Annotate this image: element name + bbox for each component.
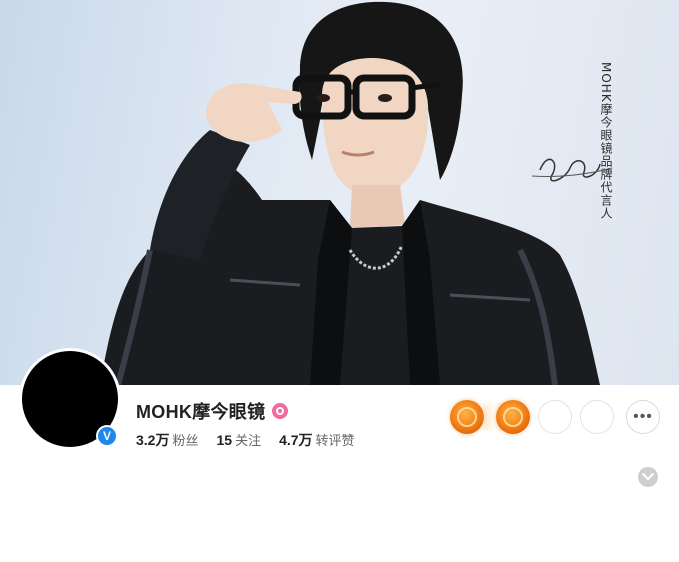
- stat-value: 3.2万: [136, 432, 170, 448]
- member-badge-icon[interactable]: [272, 403, 289, 419]
- more-button[interactable]: •••: [626, 400, 660, 434]
- chevron-down-icon: [642, 473, 654, 480]
- stat-value: 15: [216, 432, 233, 448]
- stat-label: 关注: [235, 433, 262, 448]
- verified-v-icon: V: [98, 427, 116, 445]
- more-icon: •••: [633, 408, 653, 425]
- profile-stats: 3.2万 粉丝 15 关注 4.7万 转评赞: [136, 430, 373, 450]
- medal-icon[interactable]: [496, 400, 530, 434]
- cover-tagline: MOHK摩今眼镜品牌代言人: [599, 62, 613, 220]
- message-button[interactable]: [580, 400, 614, 434]
- medal-icon[interactable]: [450, 400, 484, 434]
- stat-followers[interactable]: 3.2万 粉丝: [136, 430, 198, 450]
- stat-label: 粉丝: [172, 433, 199, 448]
- profile-name-row: MOHK摩今眼镜: [136, 398, 289, 424]
- stat-reposts-comments-likes[interactable]: 4.7万 转评赞: [279, 430, 354, 450]
- cover-banner: MOHK摩今眼镜品牌代言人: [0, 0, 679, 385]
- cover-photo-illustration: [100, 1, 613, 385]
- stat-label: 转评赞: [315, 433, 355, 448]
- profile-name: MOHK摩今眼镜: [136, 402, 266, 422]
- verified-badge: V: [96, 425, 118, 447]
- follow-button[interactable]: [538, 400, 572, 434]
- expand-profile-button[interactable]: [638, 467, 658, 487]
- stat-value: 4.7万: [279, 432, 313, 448]
- stat-following[interactable]: 15 关注: [216, 430, 261, 449]
